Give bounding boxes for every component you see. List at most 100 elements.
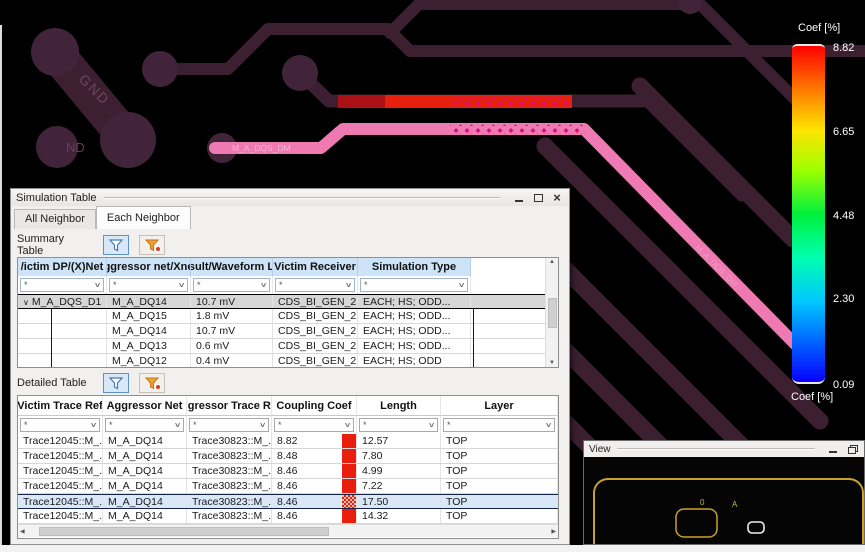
coupling-coef-color-chip-selected <box>342 495 356 508</box>
filter-funnel-icon <box>109 376 123 389</box>
summary-clear-filter-button[interactable] <box>139 235 165 255</box>
app-stage: GND ND M_A_DQS_DM M_A_DQS_DM Coef [%] 8.… <box>0 0 865 552</box>
summary-table-header: ˆ/ictim DP/(X)Net ggressor net/Xne sult/… <box>18 258 558 276</box>
board-marker-label: 0 <box>700 498 705 507</box>
filter-combo-victim-net[interactable]: * ∨ <box>20 278 104 292</box>
detailed-clear-filter-button[interactable] <box>139 373 165 393</box>
tab-bar: All Neighbor Each Neighbor <box>11 206 569 229</box>
chevron-down-icon: ∨ <box>173 422 182 429</box>
view-restore-button[interactable] <box>845 443 859 456</box>
maximize-button[interactable] <box>531 191 545 204</box>
caret-down-icon[interactable]: ▼ <box>549 360 555 366</box>
color-scale-tick: 8.82 <box>833 42 855 54</box>
tab-all-neighbor[interactable]: All Neighbor <box>14 209 96 229</box>
summary-vertical-scrollbar[interactable]: ▲ ▼ <box>545 258 558 367</box>
detailed-horizontal-scrollbar[interactable]: ◀ ▶ <box>18 524 558 537</box>
summary-filter-row: * ∨ * ∨ * ∨ * ∨ * ∨ <box>18 276 558 294</box>
column-header-length[interactable]: Length <box>357 396 441 416</box>
column-header-aggressor-net[interactable]: ggressor net/Xne <box>107 258 191 276</box>
chevron-down-icon: ∨ <box>343 422 352 429</box>
detailed-table-label: Detailed Table <box>17 377 87 389</box>
table-row[interactable]: Trace12045::M_... M_A_DQ14 Trace30823::M… <box>18 464 558 479</box>
gnd-net-label-partial: ND <box>66 140 85 155</box>
column-header-result-waveform[interactable]: sult/Waveform L <box>191 258 273 276</box>
chevron-down-icon: ∨ <box>177 282 186 289</box>
tab-each-neighbor[interactable]: Each Neighbor <box>95 206 191 229</box>
chevron-down-icon: ∨ <box>344 282 353 289</box>
summary-filter-button[interactable] <box>103 235 129 255</box>
coupling-region-marks <box>450 124 583 134</box>
titlebar-divider <box>616 448 815 450</box>
caret-left-icon[interactable]: ◀ <box>20 528 25 535</box>
filter-combo-aggressor-trace[interactable]: * ∨ <box>189 418 269 432</box>
filter-combo-sim-type[interactable]: * ∨ <box>360 278 468 292</box>
chevron-down-icon: ∨ <box>258 422 267 429</box>
app-bottom-strip <box>0 545 865 552</box>
summary-toolbar: Summary Table <box>17 233 563 257</box>
detailed-filter-row: * ∨ * ∨ * ∨ * ∨ * ∨ * ∨ <box>18 416 558 434</box>
titlebar-divider <box>103 196 500 199</box>
table-row[interactable]: M_A_DQ12 0.4 mV CDS_BI_GEN_2P EACH; HS; … <box>18 354 558 367</box>
column-header-victim-receiver[interactable]: Victim Receiver <box>273 258 358 276</box>
caret-right-icon[interactable]: ▶ <box>551 528 556 535</box>
chevron-down-icon: ∨ <box>544 422 553 429</box>
column-header-aggressor-trace-ref[interactable]: ggressor Trace Re <box>187 396 272 416</box>
pink-trace-net-label: M_A_DQS_DM <box>232 143 291 153</box>
chevron-down-icon: ∨ <box>89 422 98 429</box>
caret-up-icon[interactable]: ▲ <box>549 259 555 265</box>
detailed-filter-button[interactable] <box>103 373 129 393</box>
column-header-layer[interactable]: Layer <box>441 396 558 416</box>
filter-combo-victim-trace[interactable]: * ∨ <box>20 418 100 432</box>
color-scale-tick: 4.48 <box>833 210 855 222</box>
table-row[interactable]: Trace12045::M_... M_A_DQ14 Trace30823::M… <box>18 434 558 449</box>
simulation-table-window: Simulation Table × All Neighbor Each Nei… <box>10 188 570 545</box>
table-row[interactable]: M_A_DQ15 1.8 mV CDS_BI_GEN_2P... EACH; H… <box>18 309 558 324</box>
coupling-region-marks <box>455 96 570 106</box>
summary-table-body: ∨ M_A_DQS_D1 M_A_DQ14 10.7 mV CDS_BI_GEN_… <box>18 294 558 367</box>
filter-funnel-icon <box>109 238 123 251</box>
maximize-icon <box>533 193 543 202</box>
scrollbar-thumb[interactable] <box>38 526 329 536</box>
view-minimize-button[interactable] <box>826 443 840 456</box>
minimize-icon <box>515 199 523 202</box>
filter-combo-aggressor-net[interactable]: * ∨ <box>109 278 188 292</box>
color-scale-tick: 6.65 <box>833 126 855 138</box>
detailed-table-header: ˆVictim Trace Ref Aggressor Net ggressor… <box>18 396 558 416</box>
aggressor-trace-highlight-dark <box>338 95 385 108</box>
filter-combo-receiver[interactable]: * ∨ <box>275 278 355 292</box>
scrollbar-thumb[interactable] <box>547 297 557 328</box>
sort-caret-icon: ˆ <box>42 396 45 403</box>
table-row[interactable]: Trace12045::M_... M_A_DQ14 Trace30823::M… <box>18 479 558 494</box>
view-panel-canvas[interactable]: 0 A <box>584 457 864 544</box>
row-expander-icon[interactable]: ∨ <box>23 298 29 307</box>
minimize-icon <box>829 451 837 453</box>
chevron-down-icon: ∨ <box>259 282 268 289</box>
table-row[interactable]: Trace12045::M_... M_A_DQ14 Trace30823::M… <box>18 449 558 464</box>
table-row-selected[interactable]: Trace12045::M_... M_A_DQ14 Trace30823::M… <box>18 494 558 509</box>
column-header-victim-net[interactable]: ˆ/ictim DP/(X)Net <box>18 258 107 276</box>
table-row[interactable]: M_A_DQ13 0.6 mV CDS_BI_GEN_2P... EACH; H… <box>18 339 558 354</box>
filter-combo-coupling-coef[interactable]: * ∨ <box>274 418 354 432</box>
view-panel-titlebar[interactable]: View <box>584 441 864 457</box>
column-header-coupling-coef[interactable]: Coupling Coef <box>272 396 357 416</box>
component-outline <box>675 508 718 538</box>
coupling-coef-color-chip <box>342 479 356 493</box>
filter-combo-length[interactable]: * ∨ <box>359 418 438 432</box>
coupling-coef-color-chip <box>342 464 356 478</box>
close-button[interactable]: × <box>550 191 564 204</box>
detailed-table-body: Trace12045::M_... M_A_DQ14 Trace30823::M… <box>18 434 558 524</box>
filter-combo-aggressor-net[interactable]: * ∨ <box>105 418 184 432</box>
column-header-victim-trace-ref[interactable]: ˆ Victim Trace Ref <box>18 396 103 416</box>
board-marker-label: A <box>732 500 738 509</box>
filter-combo-result[interactable]: * ∨ <box>193 278 270 292</box>
column-header-aggressor-net[interactable]: Aggressor Net <box>103 396 187 416</box>
table-row[interactable]: M_A_DQ14 10.7 mV CDS_BI_GEN_2P... EACH; … <box>18 324 558 339</box>
column-header-simulation-type[interactable]: Simulation Type <box>358 258 471 276</box>
window-titlebar[interactable]: Simulation Table × <box>11 189 569 206</box>
table-row[interactable]: Trace12045::M_... M_A_DQ14 Trace30823::M… <box>18 509 558 524</box>
minimize-button[interactable] <box>512 191 526 204</box>
filter-combo-layer[interactable]: * ∨ <box>443 418 555 432</box>
coupling-coef-color-chip <box>342 509 356 523</box>
detailed-toolbar: Detailed Table <box>17 371 563 395</box>
table-row[interactable]: ∨ M_A_DQS_D1 M_A_DQ14 10.7 mV CDS_BI_GEN_… <box>18 294 558 309</box>
